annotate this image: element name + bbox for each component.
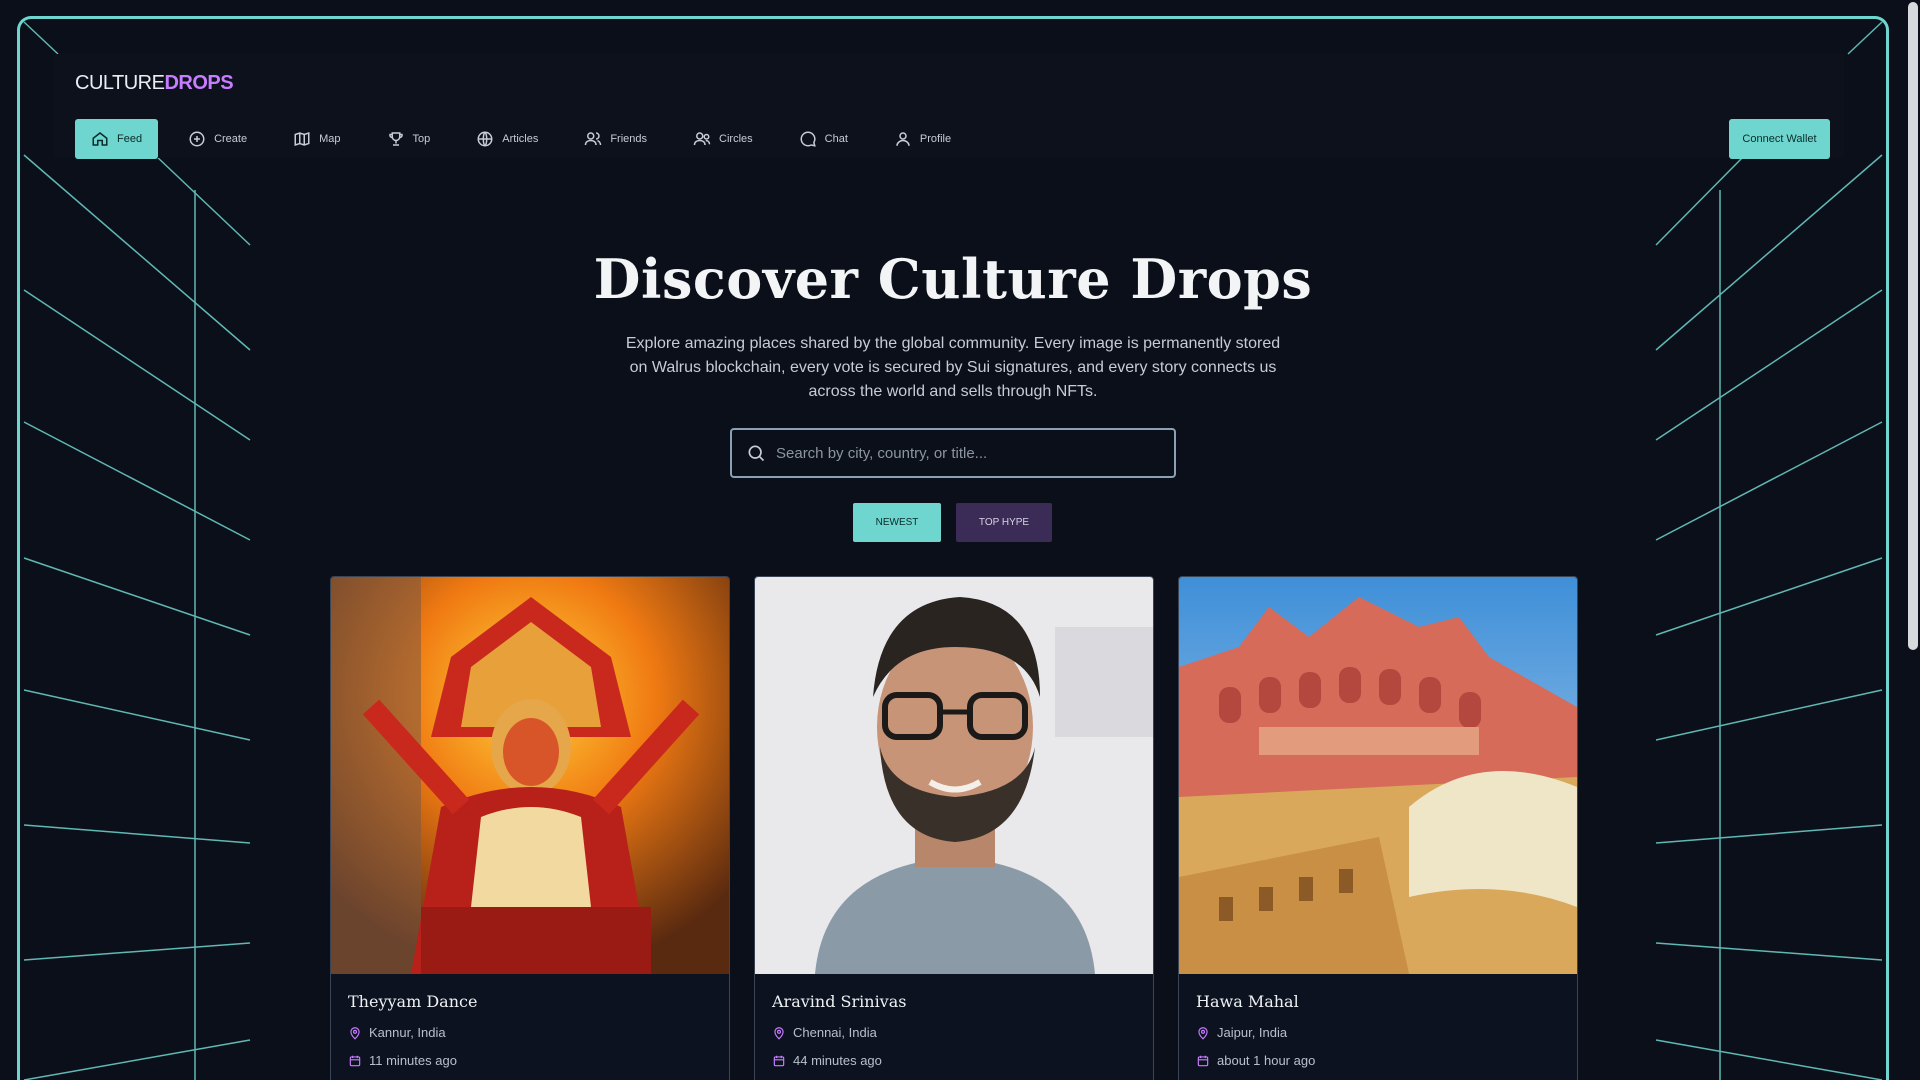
sort-newest-button[interactable]: NEWEST xyxy=(853,503,941,542)
card-location: Kannur, India xyxy=(348,1025,446,1040)
user-icon xyxy=(896,132,910,146)
chat-bubble-icon xyxy=(800,131,816,147)
card-time: about 1 hour ago xyxy=(1196,1053,1315,1068)
nav-menu: Feed Create Map Top Articles Friends Cir… xyxy=(75,119,981,159)
top-navbar: CULTUREDROPS Feed Create Map Top Article… xyxy=(54,54,1844,159)
card-location: Jaipur, India xyxy=(1196,1025,1287,1040)
card-title[interactable]: Aravind Srinivas xyxy=(772,992,906,1011)
calendar-icon xyxy=(1197,1055,1209,1066)
page-title: Discover Culture Drops xyxy=(593,247,1313,311)
search-icon xyxy=(748,445,765,462)
nav-item-create[interactable]: Create xyxy=(172,119,263,159)
calendar-icon xyxy=(773,1055,785,1066)
globe-icon xyxy=(477,131,493,147)
users-group-icon xyxy=(693,132,711,146)
home-icon xyxy=(92,132,108,146)
nav-item-map[interactable]: Map xyxy=(277,119,356,159)
nav-item-circles[interactable]: Circles xyxy=(677,119,769,159)
calendar-icon xyxy=(349,1055,361,1066)
page-subtitle: Explore amazing places shared by the glo… xyxy=(625,335,1281,400)
nav-item-profile[interactable]: Profile xyxy=(878,119,967,159)
card-title[interactable]: Theyyam Dance xyxy=(348,992,477,1011)
plus-circle-icon xyxy=(189,131,205,147)
sort-top-hype-button[interactable]: TOP HYPE xyxy=(956,503,1052,542)
nav-item-articles[interactable]: Articles xyxy=(460,119,554,159)
search-input[interactable] xyxy=(776,444,1156,462)
card-location: Chennai, India xyxy=(772,1025,877,1040)
card-time: 11 minutes ago xyxy=(348,1053,457,1068)
connect-wallet-button[interactable]: Connect Wallet xyxy=(1729,119,1830,159)
nav-item-chat[interactable]: Chat xyxy=(783,119,864,159)
nav-item-top[interactable]: Top xyxy=(371,119,447,159)
drop-card[interactable]: Aravind Srinivas Chennai, India 44 minut… xyxy=(754,576,1154,1080)
card-time: 44 minutes ago xyxy=(772,1053,882,1068)
nav-item-feed[interactable]: Feed xyxy=(75,119,159,159)
search-box xyxy=(730,428,1176,478)
map-pin-icon xyxy=(350,1026,360,1040)
card-title[interactable]: Hawa Mahal xyxy=(1196,992,1299,1011)
trophy-icon xyxy=(388,132,403,146)
drop-card[interactable]: Hawa Mahal Jaipur, India about 1 hour ag… xyxy=(1178,576,1578,1080)
users-icon xyxy=(585,132,602,146)
map-icon xyxy=(294,131,310,147)
map-pin-icon xyxy=(774,1026,784,1040)
drop-card[interactable]: Theyyam Dance Kannur, India 11 minutes a… xyxy=(330,576,730,1080)
hawa-mahal-photo[interactable] xyxy=(1179,577,1577,974)
nav-item-friends[interactable]: Friends xyxy=(568,119,663,159)
app-logo[interactable]: CULTUREDROPS xyxy=(75,72,234,95)
theyyam-dancer-photo[interactable] xyxy=(331,577,729,974)
scrollbar-thumb[interactable] xyxy=(1908,2,1918,650)
portrait-photo[interactable] xyxy=(755,577,1153,974)
map-pin-icon xyxy=(1198,1026,1208,1040)
